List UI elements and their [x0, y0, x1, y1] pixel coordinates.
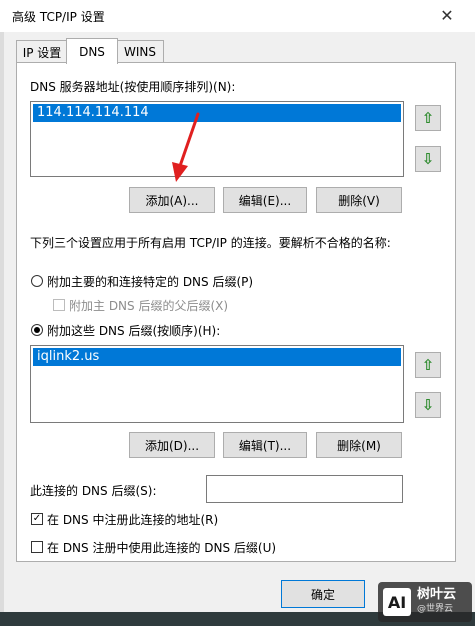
- suffix-move-up-button[interactable]: ⇧: [415, 352, 441, 378]
- tab-dns[interactable]: DNS: [66, 38, 118, 64]
- annotation-arrow: [172, 112, 200, 182]
- watermark-logo: AI: [383, 588, 411, 616]
- watermark: AI 树叶云 @世界云: [378, 582, 472, 622]
- primary-suffix-radio[interactable]: [31, 275, 43, 287]
- down-arrow-icon: ⇩: [421, 396, 435, 414]
- dns-suffix-listbox[interactable]: iqlink2.us: [30, 345, 404, 423]
- window-left-edge: [0, 32, 4, 626]
- suffix-delete-button[interactable]: 删除(M): [316, 432, 402, 458]
- connection-suffix-input[interactable]: [206, 475, 403, 503]
- up-arrow-icon: ⇧: [421, 109, 435, 127]
- tab-label: WINS: [124, 45, 156, 59]
- tab-label: DNS: [79, 44, 105, 59]
- resolution-description: 下列三个设置应用于所有启用 TCP/IP 的连接。要解析不合格的名称:: [30, 236, 391, 250]
- use-suffix-registration-checkbox[interactable]: [31, 541, 43, 553]
- ok-button[interactable]: 确定: [281, 580, 365, 608]
- tab-ip-settings[interactable]: IP 设置: [16, 40, 68, 63]
- watermark-sub: @世界云: [417, 604, 454, 614]
- connection-suffix-label: 此连接的 DNS 后缀(S):: [30, 484, 157, 498]
- tab-wins[interactable]: WINS: [116, 40, 164, 63]
- register-address-label: 在 DNS 中注册此连接的地址(R): [47, 513, 219, 527]
- down-arrow-icon: ⇩: [421, 150, 435, 168]
- append-suffixes-radio[interactable]: [31, 324, 43, 336]
- tab-label: IP 设置: [22, 45, 62, 60]
- dns-server-move-up-button[interactable]: ⇧: [415, 105, 441, 131]
- parent-suffix-checkbox[interactable]: [53, 299, 65, 311]
- append-suffixes-label: 附加这些 DNS 后缀(按顺序)(H):: [47, 324, 221, 338]
- dns-servers-listbox[interactable]: 114.114.114.114: [30, 101, 404, 177]
- parent-suffix-label: 附加主 DNS 后缀的父后缀(X): [69, 299, 229, 313]
- primary-suffix-label: 附加主要的和连接特定的 DNS 后缀(P): [47, 275, 254, 289]
- close-icon: ✕: [440, 5, 454, 25]
- dns-server-move-down-button[interactable]: ⇩: [415, 146, 441, 172]
- dns-server-delete-button[interactable]: 删除(V): [316, 187, 402, 213]
- dns-server-edit-button[interactable]: 编辑(E)...: [223, 187, 307, 213]
- suffix-move-down-button[interactable]: ⇩: [415, 392, 441, 418]
- watermark-brand: 树叶云: [417, 587, 457, 602]
- dns-suffix-item[interactable]: iqlink2.us: [33, 348, 401, 366]
- radio-selected-dot: [34, 327, 40, 333]
- close-button[interactable]: ✕: [432, 2, 462, 28]
- checkmark-icon: ✓: [32, 513, 42, 524]
- suffix-edit-button[interactable]: 编辑(T)...: [223, 432, 307, 458]
- window-title: 高级 TCP/IP 设置: [12, 10, 105, 24]
- register-address-checkbox[interactable]: ✓: [31, 513, 43, 525]
- use-suffix-registration-label: 在 DNS 注册中使用此连接的 DNS 后缀(U): [47, 541, 277, 555]
- up-arrow-icon: ⇧: [421, 356, 435, 374]
- suffix-add-button[interactable]: 添加(D)...: [129, 432, 215, 458]
- dns-servers-label: DNS 服务器地址(按使用顺序排列)(N):: [30, 80, 236, 94]
- dns-server-add-button[interactable]: 添加(A)...: [129, 187, 215, 213]
- dns-server-item[interactable]: 114.114.114.114: [33, 104, 401, 122]
